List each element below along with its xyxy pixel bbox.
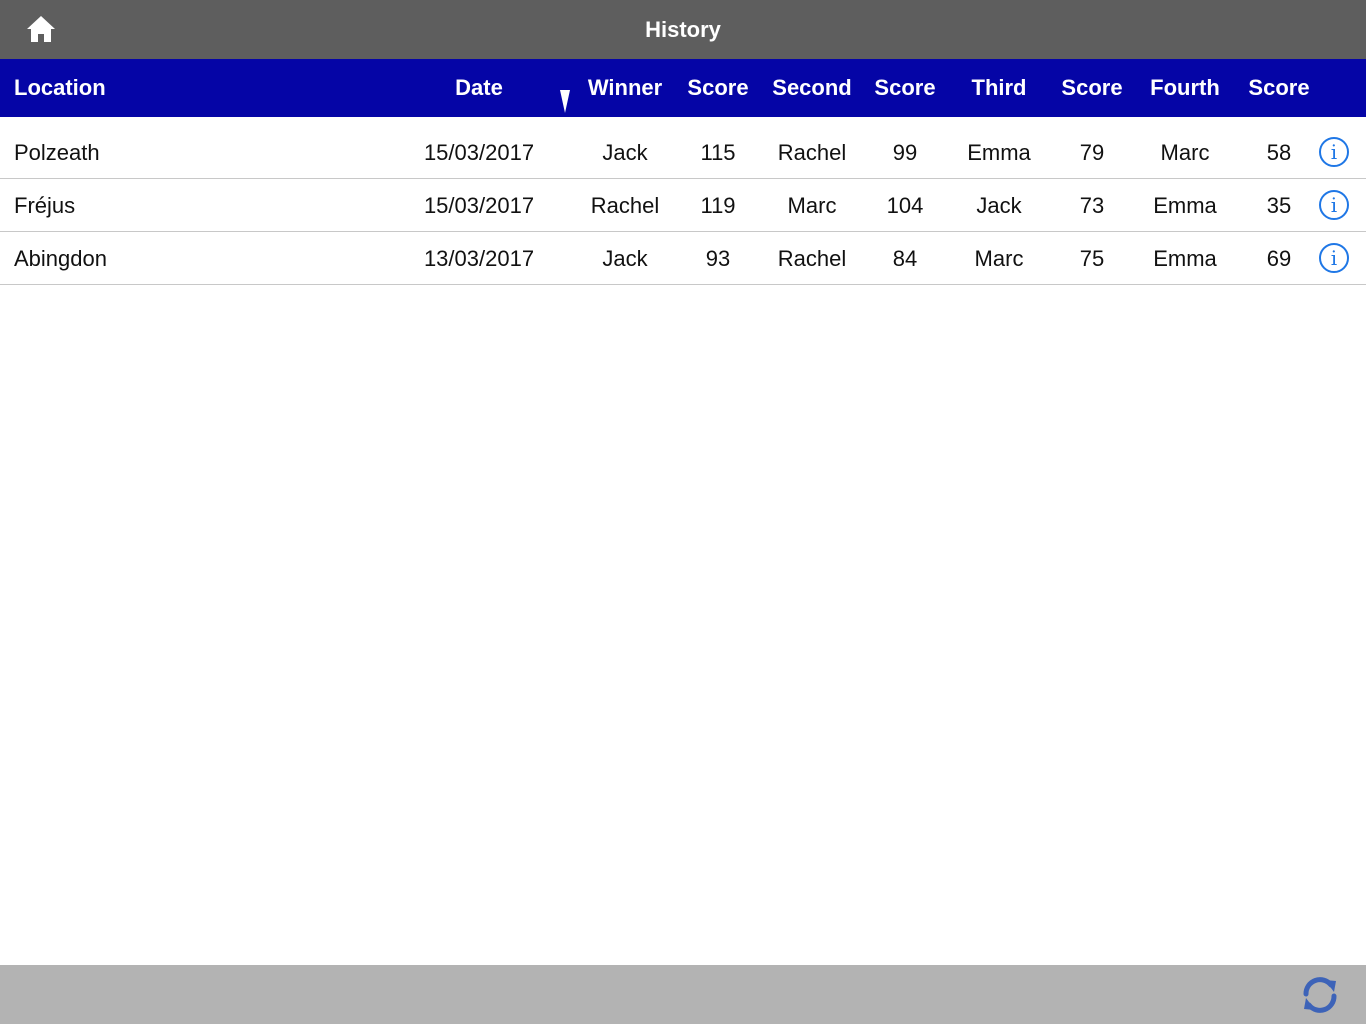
- cell-third-score: 73: [1079, 193, 1105, 218]
- cell-winner-score: 93: [705, 246, 731, 271]
- cell-third: Jack: [976, 193, 1022, 218]
- table-row[interactable]: Abingdon 13/03/2017 Jack 93 Rachel 84 Ma…: [0, 232, 1366, 285]
- cell-second: Marc: [787, 193, 837, 218]
- cell-fourth-score: 69: [1266, 246, 1292, 271]
- column-header-second[interactable]: Second: [772, 59, 851, 117]
- info-icon[interactable]: i: [1319, 243, 1349, 273]
- column-header-third[interactable]: Third: [972, 59, 1027, 117]
- cell-fourth-score: 58: [1266, 140, 1292, 165]
- top-bar: History: [0, 0, 1366, 59]
- bottom-toolbar: [0, 965, 1366, 1024]
- cell-second: Rachel: [777, 140, 847, 165]
- cell-location: Abingdon: [14, 246, 107, 271]
- column-header-fourth-score[interactable]: Score: [1248, 59, 1309, 117]
- cell-third: Emma: [967, 140, 1031, 165]
- cell-second-score: 104: [886, 193, 924, 218]
- cell-third: Marc: [974, 246, 1024, 271]
- info-icon[interactable]: i: [1319, 137, 1349, 167]
- cell-second: Rachel: [777, 246, 847, 271]
- cell-second-score: 84: [892, 246, 918, 271]
- refresh-icon: [1303, 977, 1337, 1013]
- info-icon[interactable]: i: [1319, 190, 1349, 220]
- cell-fourth: Marc: [1160, 140, 1210, 165]
- cell-location: Polzeath: [14, 140, 100, 165]
- column-header-second-score[interactable]: Score: [874, 59, 935, 117]
- refresh-button[interactable]: [1298, 975, 1342, 1015]
- page-title: History: [645, 17, 721, 42]
- table-row[interactable]: Fréjus 15/03/2017 Rachel 119 Marc 104 Ja…: [0, 179, 1366, 232]
- cell-date: 15/03/2017: [423, 140, 535, 165]
- column-header-location[interactable]: Location: [14, 59, 106, 117]
- cell-third-score: 79: [1079, 140, 1105, 165]
- cell-fourth: Emma: [1153, 193, 1217, 218]
- cell-location: Fréjus: [14, 193, 76, 218]
- cell-winner: Rachel: [590, 193, 660, 218]
- home-icon: [27, 16, 55, 42]
- cell-date: 13/03/2017: [423, 246, 535, 271]
- column-header-winner[interactable]: Winner: [588, 59, 662, 117]
- cell-third-score: 75: [1079, 246, 1105, 271]
- cell-fourth: Emma: [1153, 246, 1217, 271]
- column-header-date[interactable]: Date: [455, 59, 503, 117]
- table-row[interactable]: Polzeath 15/03/2017 Jack 115 Rachel 99 E…: [0, 126, 1366, 179]
- column-header-third-score[interactable]: Score: [1061, 59, 1122, 117]
- cell-winner: Jack: [602, 140, 648, 165]
- table-header: Location Date Winner Score Second Score …: [0, 59, 1366, 117]
- sort-descending-icon[interactable]: [559, 88, 571, 114]
- column-header-fourth[interactable]: Fourth: [1150, 59, 1220, 117]
- cell-second-score: 99: [892, 140, 918, 165]
- cell-winner-score: 119: [700, 193, 736, 218]
- cell-winner: Jack: [602, 246, 648, 271]
- cell-fourth-score: 35: [1266, 193, 1292, 218]
- cell-winner-score: 115: [700, 140, 736, 165]
- column-header-winner-score[interactable]: Score: [687, 59, 748, 117]
- home-button[interactable]: [20, 12, 62, 48]
- cell-date: 15/03/2017: [423, 193, 535, 218]
